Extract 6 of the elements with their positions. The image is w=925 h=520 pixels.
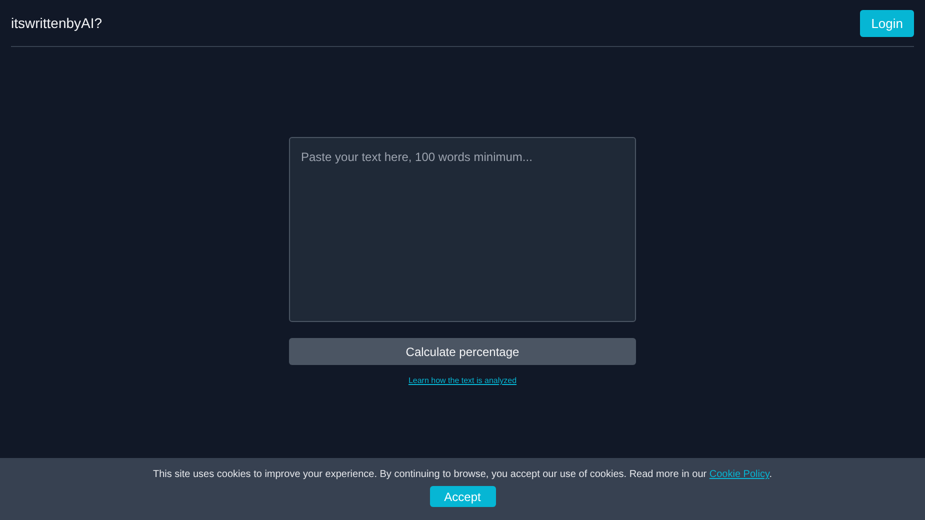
cookie-policy-link[interactable]: Cookie Policy: [709, 469, 770, 480]
cookie-notice: This site uses cookies to improve your experience. By continuing to browse, you accept our use of cookies. Read more in our Cookie Policy.: [152, 469, 772, 480]
text-input-field[interactable]: Paste your text here, 100 words minimum...: [289, 137, 636, 322]
calculate-button[interactable]: Calculate percentage: [289, 338, 636, 365]
help-link[interactable]: Learn how the text is analyzed: [408, 376, 517, 385]
site-logo[interactable]: itswrittenbyAI?: [11, 15, 102, 31]
